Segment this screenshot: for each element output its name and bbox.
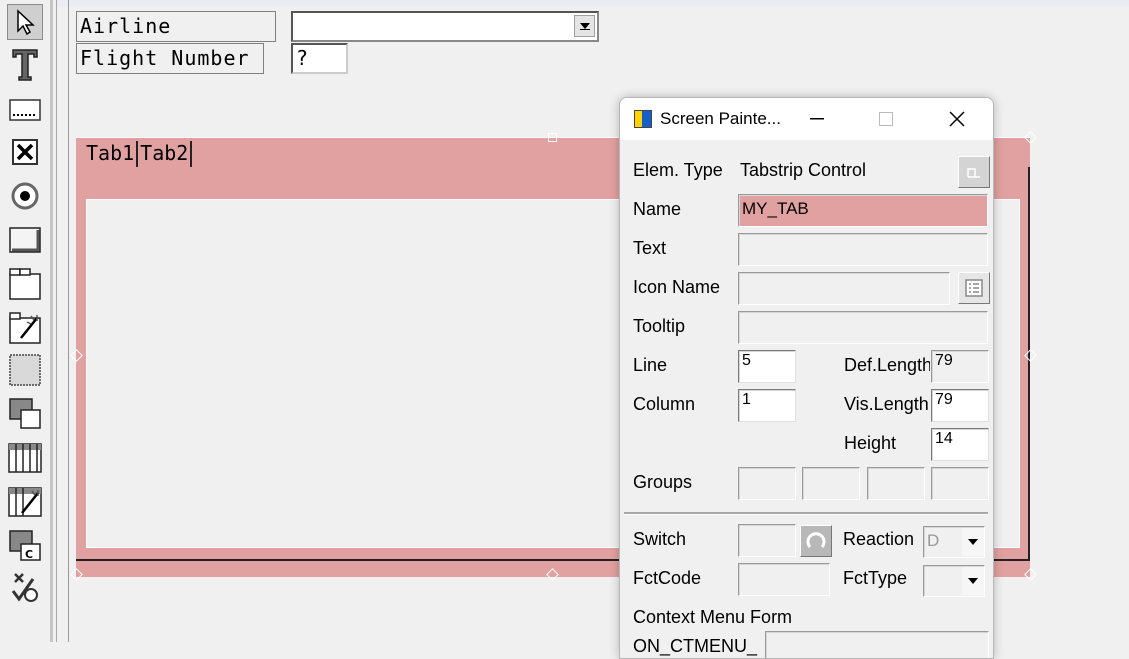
groups-label: Groups — [633, 472, 693, 492]
elem-type-button[interactable] — [958, 156, 990, 188]
box-frame-icon[interactable] — [7, 352, 43, 388]
flight-number-field[interactable]: ? — [291, 43, 348, 74]
chevron-down-icon[interactable] — [962, 567, 984, 595]
svg-text:C: C — [25, 548, 33, 561]
switch-button[interactable] — [800, 525, 832, 557]
line-label: Line — [633, 355, 668, 375]
close-button[interactable] — [934, 98, 980, 140]
on-ctmenu-label: ON_CTMENU_ — [633, 636, 758, 656]
text-label: Text — [633, 238, 667, 258]
reaction-value: D — [927, 531, 940, 550]
minimize-button[interactable] — [794, 98, 840, 140]
text-field-icon[interactable] — [7, 46, 43, 82]
icon-name-field[interactable] — [738, 272, 950, 305]
tooltip-field[interactable] — [738, 311, 988, 344]
table-control-wizard-icon[interactable] — [7, 484, 43, 520]
chevron-down-icon[interactable] — [962, 528, 984, 556]
screen-painter-attributes-dialog: Screen Painte... Elem. Type Tabstrip Con… — [619, 97, 994, 659]
dialog-titlebar[interactable]: Screen Painte... — [620, 98, 993, 140]
tabstrip-right-border — [1028, 167, 1030, 561]
reaction-dropdown[interactable]: D — [923, 526, 985, 558]
group-field-2[interactable] — [802, 467, 860, 500]
tab-tab1[interactable]: Tab1 — [84, 141, 139, 167]
select-arrow-icon[interactable] — [7, 4, 43, 40]
name-field[interactable]: MY_TAB — [738, 194, 988, 227]
flight-number-label[interactable]: Flight Number — [76, 43, 264, 74]
switch-label: Switch — [633, 529, 687, 549]
def-length-field[interactable]: 79 — [931, 350, 989, 383]
group-field-3[interactable] — [867, 467, 925, 500]
fctcode-label: FctCode — [633, 568, 702, 588]
fcttype-dropdown[interactable] — [923, 565, 985, 597]
airline-dropdown[interactable] — [291, 11, 599, 42]
reaction-label: Reaction — [843, 529, 915, 549]
dialog-separator — [624, 512, 988, 515]
elem-type-label: Elem. Type — [633, 160, 723, 180]
icon-name-label: Icon Name — [633, 277, 721, 297]
height-label: Height — [844, 433, 897, 453]
group-field-1[interactable] — [738, 467, 796, 500]
tabstrip-icon[interactable] — [7, 266, 43, 302]
status-icon-tool-icon[interactable] — [7, 570, 43, 606]
text-field[interactable] — [738, 233, 988, 266]
list-icon — [965, 279, 983, 297]
dialog-title: Screen Painte... — [660, 109, 781, 128]
column-label: Column — [633, 394, 696, 414]
element-palette-toolbar: C — [0, 0, 58, 642]
resize-handle-top[interactable] — [548, 133, 557, 142]
pushbutton-icon[interactable] — [7, 222, 43, 258]
tabstrip-tab-row: Tab1 Tab2 — [84, 141, 193, 167]
canvas-left-border — [68, 0, 69, 642]
height-field[interactable]: 14 — [931, 428, 989, 461]
checkbox-icon[interactable] — [7, 134, 43, 170]
toolbar-splitter[interactable] — [50, 0, 53, 642]
vis-length-field[interactable]: 79 — [931, 389, 989, 422]
subscreen-icon[interactable] — [7, 396, 43, 432]
context-menu-field[interactable] — [765, 631, 989, 658]
custom-control-icon[interactable]: C — [7, 528, 43, 564]
tabstrip-wizard-icon[interactable] — [7, 310, 43, 346]
elem-type-value: Tabstrip Control — [740, 160, 867, 180]
entry-field-icon[interactable] — [7, 92, 43, 128]
tooltip-label: Tooltip — [633, 316, 686, 336]
canvas-top-band — [57, 0, 1129, 6]
switch-field[interactable] — [738, 524, 796, 557]
airline-label[interactable]: Airline — [76, 11, 276, 42]
close-icon — [949, 111, 965, 127]
vis-length-label: Vis.Length — [844, 394, 929, 414]
icon-browse-button[interactable] — [958, 272, 990, 304]
tab-tab2[interactable]: Tab2 — [138, 141, 193, 167]
column-field[interactable]: 1 — [738, 389, 796, 422]
context-menu-form-label: Context Menu Form — [633, 607, 793, 627]
chevron-down-icon[interactable] — [574, 15, 595, 37]
screen-painter-app-icon — [634, 110, 652, 128]
radio-button-icon[interactable] — [7, 178, 43, 214]
group-field-4[interactable] — [931, 467, 989, 500]
tab-page-icon — [967, 168, 980, 178]
table-control-icon[interactable] — [7, 440, 43, 476]
switch-icon — [806, 532, 826, 548]
maximize-button[interactable] — [863, 98, 909, 140]
line-field[interactable]: 5 — [738, 350, 796, 383]
def-length-label: Def.Length — [844, 355, 930, 375]
name-label: Name — [633, 199, 682, 219]
fctcode-field[interactable] — [738, 563, 830, 596]
fcttype-label: FctType — [843, 568, 908, 588]
